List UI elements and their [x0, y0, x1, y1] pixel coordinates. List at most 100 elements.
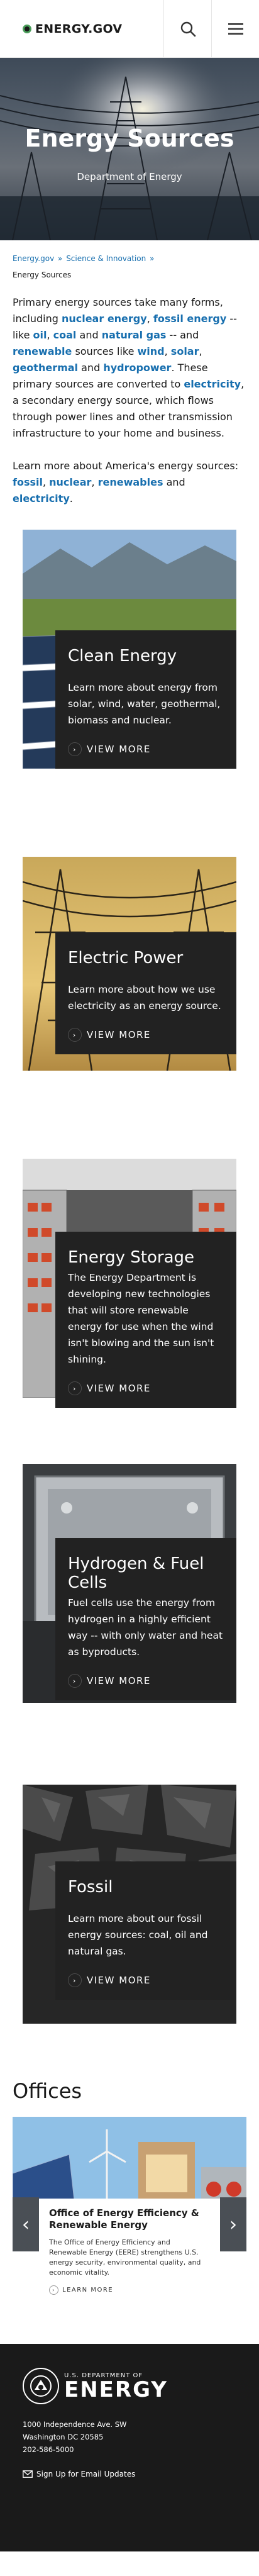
- site-logo[interactable]: ENERGY.GOV: [0, 22, 122, 36]
- search-icon: [180, 21, 196, 36]
- chevron-right-icon: ›: [68, 742, 82, 756]
- card-fossil[interactable]: Fossil Learn more about our fossil energ…: [23, 1785, 236, 2036]
- chevron-right-icon: ›: [68, 1674, 82, 1688]
- link-renewables[interactable]: renewables: [98, 476, 163, 488]
- link-nuclear[interactable]: nuclear: [49, 476, 91, 488]
- hamburger-menu-icon: [228, 23, 243, 35]
- view-more-link[interactable]: › VIEW MORE: [68, 1381, 224, 1395]
- menu-button[interactable]: [211, 0, 259, 58]
- office-title: Office of Energy Efficiency & Renewable …: [49, 2207, 199, 2231]
- view-more-link[interactable]: › VIEW MORE: [68, 1674, 224, 1688]
- chevron-left-icon: ‹: [22, 2213, 30, 2236]
- card-title: Electric Power: [68, 949, 184, 967]
- breadcrumb-separator: »: [58, 254, 63, 263]
- site-header: ENERGY.GOV: [0, 0, 259, 58]
- address-line-2: Washington DC 20585: [23, 2433, 104, 2441]
- view-more-link[interactable]: › VIEW MORE: [68, 1973, 224, 1987]
- view-more-label: VIEW MORE: [87, 1383, 151, 1394]
- text: ,: [91, 476, 98, 488]
- email-signup-label: Sign Up for Email Updates: [36, 2470, 136, 2478]
- address-line-1: 1000 Independence Ave. SW: [23, 2420, 127, 2429]
- text: ,: [164, 345, 171, 357]
- offices-section: Offices Office of Energy Efficiency & Re…: [0, 2079, 259, 2302]
- footer-logo[interactable]: U.S. DEPARTMENT OF ENERGY: [23, 2368, 236, 2404]
- card-description: The Energy Department is developing new …: [68, 1272, 214, 1365]
- view-more-label: VIEW MORE: [87, 1975, 151, 1986]
- text: and: [76, 329, 102, 341]
- link-oil[interactable]: oil: [33, 329, 47, 341]
- card-overlay: Fossil Learn more about our fossil energ…: [55, 1861, 236, 2000]
- chevron-right-icon: ›: [229, 2213, 237, 2236]
- search-button[interactable]: [163, 0, 211, 58]
- link-hydropower[interactable]: hydropower: [103, 362, 171, 374]
- breadcrumb: Energy.gov » Science & Innovation » Ener…: [0, 240, 259, 279]
- link-natural-gas[interactable]: natural gas: [102, 329, 167, 341]
- breadcrumb-separator: »: [150, 254, 155, 263]
- intro-paragraph-1: Primary energy sources take many forms, …: [13, 294, 246, 442]
- intro-paragraph-2: Learn more about America's energy source…: [13, 458, 246, 507]
- card-description: Learn more about how we use electricity …: [68, 984, 221, 1012]
- logo-mark-icon: [23, 24, 31, 33]
- card-overlay: Energy Storage The Energy Department is …: [55, 1232, 236, 1408]
- link-nuclear-energy[interactable]: nuclear energy: [62, 313, 147, 325]
- learn-more-link[interactable]: › LEARN MORE: [49, 2285, 210, 2295]
- card-electric-power[interactable]: Electric Power Learn more about how we u…: [23, 857, 236, 1071]
- envelope-icon: [23, 2470, 33, 2478]
- text: ,: [146, 313, 153, 325]
- view-more-link[interactable]: › VIEW MORE: [68, 742, 224, 756]
- view-more-label: VIEW MORE: [87, 744, 151, 755]
- office-description: The Office of Energy Efficiency and Rene…: [49, 2238, 201, 2277]
- card-overlay: Electric Power Learn more about how we u…: [55, 932, 236, 1054]
- header-actions: [163, 0, 259, 58]
- carousel-prev-button[interactable]: ‹: [13, 2197, 39, 2251]
- card-hydrogen-fuel-cells[interactable]: Hydrogen & Fuel Cells Fuel cells use the…: [23, 1464, 236, 1715]
- breadcrumb-current: Energy Sources: [13, 270, 72, 279]
- email-signup-link[interactable]: Sign Up for Email Updates: [23, 2470, 236, 2478]
- card-title: Hydrogen & Fuel Cells: [68, 1554, 204, 1592]
- chevron-right-icon: ›: [49, 2285, 58, 2295]
- text: and: [78, 362, 104, 374]
- view-more-link[interactable]: › VIEW MORE: [68, 1028, 224, 1042]
- link-electricity[interactable]: electricity: [184, 378, 241, 390]
- footer-logo-text: U.S. DEPARTMENT OF ENERGY: [64, 2372, 168, 2400]
- card-title: Fossil: [68, 1878, 113, 1897]
- text: ,: [199, 345, 202, 357]
- link-coal[interactable]: coal: [53, 329, 77, 341]
- card-title: Clean Energy: [68, 647, 177, 666]
- chevron-right-icon: ›: [68, 1973, 82, 1987]
- link-fossil[interactable]: fossil: [13, 476, 43, 488]
- energy-source-cards: Clean Energy Learn more about energy fro…: [0, 530, 259, 2036]
- text: and: [163, 476, 185, 488]
- card-overlay: Hydrogen & Fuel Cells Fuel cells use the…: [55, 1538, 236, 1700]
- logo-text: ENERGY.GOV: [35, 21, 123, 36]
- card-overlay: Clean Energy Learn more about energy fro…: [55, 630, 236, 769]
- chevron-right-icon: ›: [68, 1381, 82, 1395]
- link-geothermal[interactable]: geothermal: [13, 362, 78, 374]
- link-electricity-2[interactable]: electricity: [13, 493, 70, 505]
- hero-subtitle: Department of Energy: [77, 171, 182, 182]
- view-more-label: VIEW MORE: [87, 1675, 151, 1687]
- carousel-next-button[interactable]: ›: [220, 2197, 246, 2251]
- offices-title: Offices: [13, 2079, 82, 2103]
- link-solar[interactable]: solar: [171, 345, 199, 357]
- site-footer: U.S. DEPARTMENT OF ENERGY 1000 Independe…: [0, 2344, 259, 2551]
- doe-seal-icon: [23, 2368, 59, 2404]
- text: -- and: [166, 329, 199, 341]
- breadcrumb-link-science[interactable]: Science & Innovation: [66, 254, 146, 263]
- text: ,: [42, 476, 50, 488]
- card-clean-energy[interactable]: Clean Energy Learn more about energy fro…: [23, 530, 236, 781]
- link-renewable[interactable]: renewable: [13, 345, 72, 357]
- breadcrumb-link-energy-gov[interactable]: Energy.gov: [13, 254, 54, 263]
- footer-address: 1000 Independence Ave. SW Washington DC …: [23, 2418, 236, 2456]
- chevron-right-icon: ›: [68, 1028, 82, 1042]
- card-energy-storage[interactable]: Energy Storage The Energy Department is …: [23, 1159, 236, 1410]
- office-card[interactable]: Office of Energy Efficiency & Renewable …: [39, 2199, 220, 2302]
- footer-logo-big: ENERGY: [64, 2377, 168, 2402]
- page-title: Energy Sources: [25, 125, 234, 152]
- text: sources like: [72, 345, 138, 357]
- intro-text: Primary energy sources take many forms, …: [0, 279, 259, 507]
- link-fossil-energy[interactable]: fossil energy: [153, 313, 226, 325]
- link-wind[interactable]: wind: [138, 345, 165, 357]
- text: .: [69, 493, 73, 505]
- card-description: Learn more about energy from solar, wind…: [68, 682, 221, 726]
